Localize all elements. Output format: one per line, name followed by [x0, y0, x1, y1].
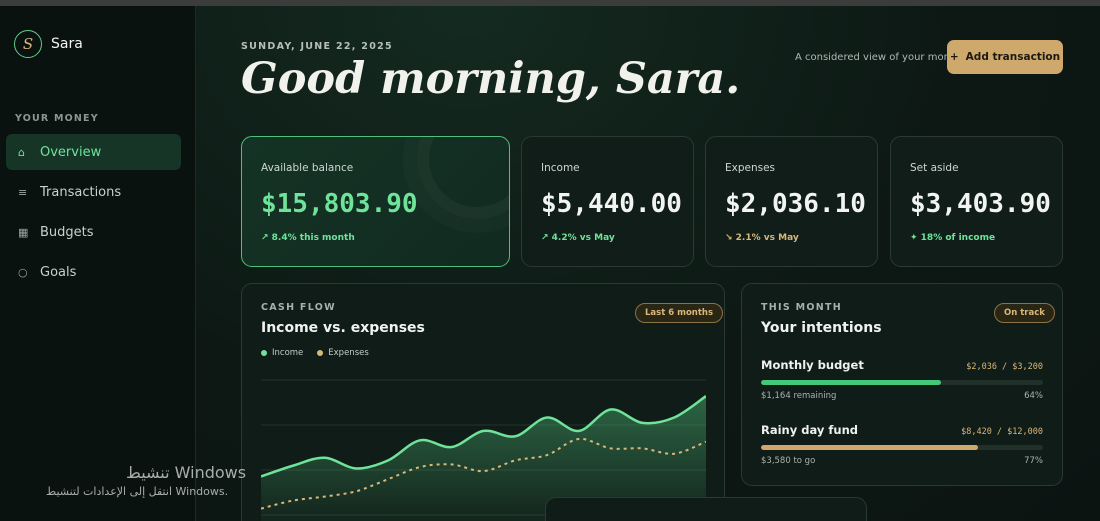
card-expenses[interactable]: Expenses $2,036.10 ↘ 2.1% vs May	[705, 136, 878, 267]
sidebar-nav: ⌂ Overview ≡ Transactions ▦ Budgets ○ Go…	[6, 134, 181, 294]
sidebar-item-label: Budgets	[40, 224, 94, 240]
goal-percent: 64%	[1024, 391, 1043, 401]
brand-name: Sara	[51, 36, 83, 52]
legend-item-income: Income	[261, 348, 303, 358]
add-transaction-button[interactable]: + Add transaction	[947, 40, 1063, 74]
sidebar-item-budgets[interactable]: ▦ Budgets	[6, 214, 181, 250]
intentions-title: Your intentions	[761, 320, 882, 336]
legend-dot	[261, 350, 267, 356]
card-label: Available balance	[261, 162, 354, 174]
progress-fill	[761, 445, 979, 450]
card-label: Set aside	[910, 162, 959, 174]
sidebar-item-label: Overview	[40, 144, 102, 160]
sidebar-item-goals[interactable]: ○ Goals	[6, 254, 181, 290]
sidebar-item-transactions[interactable]: ≡ Transactions	[6, 174, 181, 210]
card-label: Income	[541, 162, 580, 174]
progress-fill	[761, 380, 942, 385]
grid-icon: ▦	[18, 225, 29, 239]
cashflow-title: Income vs. expenses	[261, 320, 425, 336]
windows-activation-watermark: تنشيط Windows انتقل إلى الإعدادات لتنشيط…	[46, 463, 246, 498]
intentions-eyebrow: THIS MONTH	[761, 302, 843, 313]
card-value: $5,440.00	[541, 189, 682, 219]
goal-remaining: $1,164 remaining	[761, 391, 837, 401]
progress-track	[761, 445, 1043, 450]
sidebar: S Sara YOUR MONEY ⌂ Overview ≡ Transacti…	[0, 6, 196, 521]
watermark-subtitle: انتقل إلى الإعدادات لتنشيط Windows.	[46, 485, 229, 498]
cashflow-eyebrow: CASH FLOW	[261, 302, 336, 313]
brand[interactable]: S Sara	[14, 30, 83, 58]
card-available-balance[interactable]: Available balance $15,803.90 ↗ 8.4% this…	[241, 136, 510, 267]
card-income[interactable]: Income $5,440.00 ↗ 4.2% vs May	[521, 136, 694, 267]
card-value: $15,803.90	[261, 189, 418, 219]
intentions-panel: THIS MONTH Your intentions On track Mont…	[741, 283, 1063, 486]
home-icon: ⌂	[18, 145, 25, 159]
card-value: $3,403.90	[910, 189, 1051, 219]
legend-label: Expenses	[328, 348, 369, 358]
period-selector[interactable]: Last 6 months	[635, 303, 724, 323]
card-label: Expenses	[725, 162, 776, 174]
chart-legend: Income Expenses	[261, 348, 369, 358]
sidebar-item-label: Transactions	[40, 184, 122, 200]
cashflow-panel: CASH FLOW Income vs. expenses Last 6 mon…	[241, 283, 725, 521]
current-date: SUNDAY, JUNE 22, 2025	[241, 41, 393, 52]
status-badge: On track	[994, 303, 1055, 323]
page-title: Good morning, Sara.	[241, 54, 741, 104]
circle-icon: ○	[18, 265, 28, 279]
card-delta: ↘ 2.1% vs May	[725, 233, 799, 243]
goal-rainy-day-fund[interactable]: Rainy day fund $8,420 / $12,000 $3,580 t…	[761, 423, 1043, 466]
next-panel-partial	[545, 497, 867, 521]
plus-icon: +	[949, 51, 959, 63]
progress-track	[761, 380, 1043, 385]
goal-amount: $2,036 / $3,200	[966, 362, 1043, 372]
sidebar-section-label: YOUR MONEY	[15, 113, 99, 124]
card-delta: ↗ 4.2% vs May	[541, 233, 615, 243]
legend-label: Income	[272, 348, 304, 358]
goal-name: Monthly budget	[761, 358, 864, 372]
goal-percent: 77%	[1024, 456, 1043, 466]
goal-name: Rainy day fund	[761, 423, 858, 437]
card-delta: ✦ 18% of income	[910, 233, 996, 243]
list-icon: ≡	[18, 185, 28, 199]
sidebar-item-label: Goals	[40, 264, 77, 280]
goal-monthly-budget[interactable]: Monthly budget $2,036 / $3,200 $1,164 re…	[761, 358, 1043, 401]
main-content: SUNDAY, JUNE 22, 2025 Good morning, Sara…	[196, 6, 1100, 521]
add-transaction-label: Add transaction	[965, 51, 1061, 63]
watermark-title: تنشيط Windows	[126, 463, 247, 482]
card-delta: ↗ 8.4% this month	[261, 233, 355, 243]
legend-dot	[317, 350, 324, 356]
card-value: $2,036.10	[725, 189, 866, 219]
card-set-aside[interactable]: Set aside $3,403.90 ✦ 18% of income	[890, 136, 1063, 267]
decorative-ring	[417, 137, 509, 219]
brand-logo: S	[14, 30, 42, 58]
goal-amount: $8,420 / $12,000	[961, 427, 1043, 437]
sidebar-item-overview[interactable]: ⌂ Overview	[6, 134, 181, 170]
goal-remaining: $3,580 to go	[761, 456, 816, 466]
legend-item-expenses: Expenses	[317, 348, 369, 358]
tagline: A considered view of your money.	[795, 52, 964, 63]
